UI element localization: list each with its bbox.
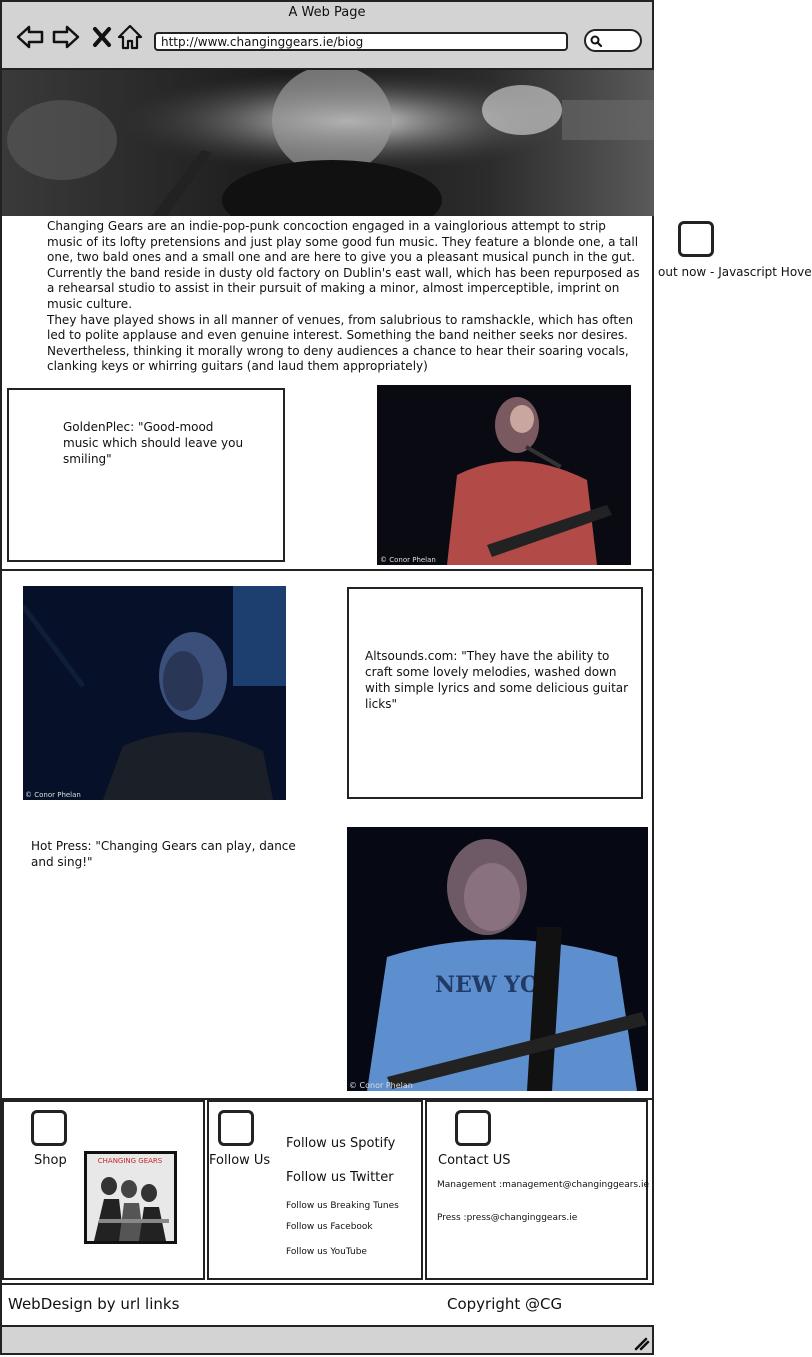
album-cover-image[interactable]: CHANGING GEARS: [84, 1151, 177, 1244]
album-cover-text: CHANGING GEARS: [98, 1157, 163, 1165]
svg-text:NEW YO: NEW YO: [435, 972, 539, 998]
management-email-link[interactable]: Management :management@changinggears.ie: [437, 1180, 649, 1190]
search-field[interactable]: [584, 29, 642, 52]
review-goldenplec: GoldenPlec: "Good-mood music which shoul…: [63, 420, 244, 466]
resize-grip-icon[interactable]: [632, 1335, 650, 1351]
browser-statusbar: [2, 1327, 652, 1353]
review-altsounds: Altsounds.com: "They have the ability to…: [365, 649, 629, 711]
band-photo-guitarist-red: © Conor Phelan: [377, 385, 631, 565]
webdesign-credit-link[interactable]: WebDesign by url links: [8, 1295, 179, 1313]
band-photo-bassist: NEW YO © Conor Phelan: [347, 827, 648, 1091]
hover-annotation-icon[interactable]: [678, 221, 714, 257]
back-icon[interactable]: [16, 24, 44, 50]
search-icon: [590, 35, 603, 48]
contact-link[interactable]: Contact US: [438, 1153, 510, 1168]
review-box-goldenplec: [7, 388, 285, 562]
photo-credit: © Conor Phelan: [349, 1081, 413, 1090]
press-email-link[interactable]: Press :press@changinggears.ie: [437, 1213, 577, 1223]
follow-label: Follow Us: [209, 1153, 271, 1168]
contact-icon[interactable]: [455, 1110, 491, 1146]
copyright-text: Copyright @CG: [447, 1295, 563, 1313]
close-icon[interactable]: [88, 24, 116, 50]
bio-paragraph: They have played shows in all manner of …: [47, 312, 634, 374]
section-divider: [2, 569, 654, 571]
follow-twitter-link[interactable]: Follow us Twitter: [286, 1170, 394, 1185]
bio-paragraph: Currently the band reside in dusty old f…: [47, 265, 640, 311]
forward-icon[interactable]: [52, 24, 80, 50]
band-biography: Changing Gears are an indie-pop-punk con…: [47, 219, 643, 375]
photo-credit: © Conor Phelan: [380, 556, 436, 564]
photo-credit: © Conor Phelan: [25, 791, 81, 799]
home-icon[interactable]: [116, 24, 144, 50]
follow-breaking-tunes-link[interactable]: Follow us Breaking Tunes: [286, 1201, 399, 1211]
follow-spotify-link[interactable]: Follow us Spotify: [286, 1136, 395, 1151]
band-photo-keys: © Conor Phelan: [23, 586, 286, 800]
follow-facebook-link[interactable]: Follow us Facebook: [286, 1222, 373, 1232]
follow-youtube-link[interactable]: Follow us YouTube: [286, 1247, 367, 1257]
window-title: A Web Page: [288, 5, 366, 20]
bio-paragraph: Changing Gears are an indie-pop-punk con…: [47, 219, 639, 265]
follow-icon[interactable]: [218, 1110, 254, 1146]
shop-link[interactable]: Shop: [34, 1153, 67, 1168]
hover-annotation-label: out now - Javascript Hover: [658, 265, 812, 279]
shop-icon[interactable]: [31, 1110, 67, 1146]
hero-band-photo: [2, 70, 654, 216]
address-bar[interactable]: http://www.changinggears.ie/biog: [154, 32, 568, 51]
review-hotpress: Hot Press: "Changing Gears can play, dan…: [31, 839, 296, 869]
